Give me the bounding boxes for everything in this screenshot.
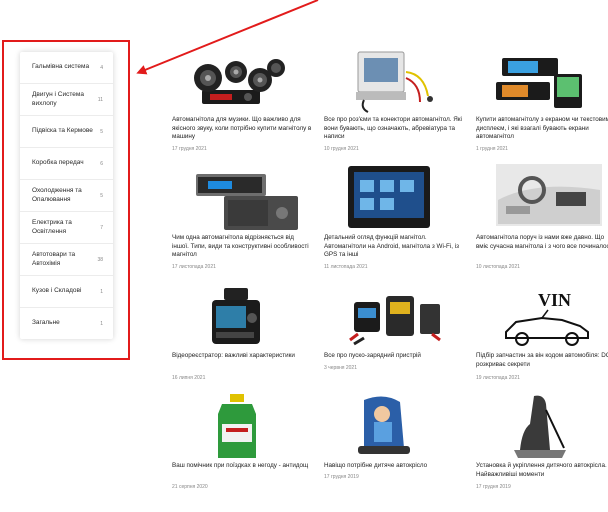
antirain-bottle-image[interactable]	[172, 390, 312, 464]
category-item[interactable]: Гальмівна система 4	[20, 52, 113, 84]
article-title[interactable]: Відеореєстратор: важливі характеристики	[172, 352, 312, 361]
article-card[interactable]: Все про роз'єми та конектори автомагніто…	[324, 44, 464, 154]
article-date: 21 серпня 2020	[172, 484, 208, 490]
article-date: 10 листопада 2021	[476, 264, 520, 270]
article-card[interactable]: VIN Підбір запчастин за він кодом автомо…	[476, 282, 608, 386]
article-date: 17 грудня 2019	[324, 474, 359, 480]
category-label: Загальне	[32, 319, 60, 327]
article-title[interactable]: Чим одна автомагнітола відрізняється від…	[172, 234, 312, 260]
article-title[interactable]: Все про роз'єми та конектори автомагніто…	[324, 116, 464, 142]
article-card[interactable]: Чим одна автомагнітола відрізняється від…	[172, 160, 312, 276]
category-count: 5	[100, 128, 103, 135]
category-label: Гальмівна система	[32, 63, 90, 71]
category-count: 1	[100, 320, 103, 327]
article-title[interactable]: Ваш помічник при поїздках в негоду - ант…	[172, 462, 312, 471]
article-card[interactable]: Ваш помічник при поїздках в негоду - ант…	[172, 390, 312, 496]
article-title[interactable]: Установка й укріплення дитячого автокріс…	[476, 462, 608, 479]
category-label: Коробка передач	[32, 159, 84, 167]
article-card[interactable]: Детальний огляд функцій магнітол. Автома…	[324, 160, 464, 276]
article-date: 19 листопада 2021	[476, 375, 520, 381]
article-title[interactable]: Детальний огляд функцій магнітол. Автома…	[324, 234, 464, 260]
category-item[interactable]: Двигун і Система вихлопу 11	[20, 84, 113, 116]
seat-install-image[interactable]	[476, 390, 608, 464]
category-item[interactable]: Охолодження та Опалювання 5	[20, 180, 113, 212]
category-item[interactable]: Підвіска та Кермове 5	[20, 116, 113, 148]
category-count: 11	[97, 96, 103, 103]
category-count: 38	[97, 256, 103, 263]
article-title[interactable]: Купити автомагнітолу з екраном чи тексто…	[476, 116, 608, 142]
dashcam-image[interactable]	[172, 282, 312, 356]
article-card[interactable]: Автомагнітола поруч із нами вже давно. Щ…	[476, 160, 608, 276]
category-item[interactable]: Кузов і Складові 1	[20, 276, 113, 308]
category-count: 5	[100, 192, 103, 199]
category-label: Двигун і Система вихлопу	[32, 91, 84, 107]
article-date: 10 грудня 2021	[324, 146, 359, 152]
category-label: Кузов і Складові	[32, 287, 82, 295]
category-count: 4	[100, 64, 103, 71]
article-date: 16 липня 2021	[172, 375, 206, 381]
category-sidebar: Гальмівна система 4 Двигун і Система вих…	[20, 52, 113, 339]
article-card[interactable]: Купити автомагнітолу з екраном чи тексто…	[476, 44, 608, 154]
article-title[interactable]: Автомагнітола поруч із нами вже давно. Щ…	[476, 234, 608, 251]
article-date: 17 грудня 2019	[476, 484, 511, 490]
article-card[interactable]: Відеореєстратор: важливі характеристики …	[172, 282, 312, 386]
article-card[interactable]: Установка й укріплення дитячого автокріс…	[476, 390, 608, 496]
article-title[interactable]: Підбір запчастин за він кодом автомобіля…	[476, 352, 608, 369]
article-title[interactable]: Все про пуско-зарядний пристрій	[324, 352, 464, 361]
category-count: 7	[100, 224, 103, 231]
article-title[interactable]: Навіщо потрібне дитяче автокрісло	[324, 462, 464, 471]
article-title[interactable]: Автомагнітола для музики. Що важливо для…	[172, 116, 312, 142]
category-label: Автотовари та Автохімія	[32, 251, 76, 267]
article-card[interactable]: Автомагнітола для музики. Що важливо для…	[172, 44, 312, 154]
category-label: Підвіска та Кермове	[32, 127, 93, 135]
vin-logo-text: VIN	[538, 290, 571, 310]
category-count: 1	[100, 288, 103, 295]
stereo-connectors-image[interactable]	[324, 44, 464, 118]
category-count: 6	[100, 160, 103, 167]
android-stereo-image[interactable]	[324, 160, 464, 234]
article-date: 1 грудня 2021	[476, 146, 508, 152]
jump-starter-image[interactable]	[324, 282, 464, 356]
vin-car-image[interactable]: VIN	[476, 282, 608, 356]
category-item[interactable]: Загальне 1	[20, 308, 113, 339]
stereo-types-image[interactable]	[172, 160, 312, 234]
category-item[interactable]: Автотовари та Автохімія 38	[20, 244, 113, 276]
article-date: 17 грудня 2021	[172, 146, 207, 152]
article-date: 3 червня 2021	[324, 365, 357, 371]
category-item[interactable]: Електрика та Освітлення 7	[20, 212, 113, 244]
car-dashboard-image[interactable]	[476, 160, 608, 234]
child-seat-image[interactable]	[324, 390, 464, 464]
article-card[interactable]: Навіщо потрібне дитяче автокрісло 17 гру…	[324, 390, 464, 496]
car-stereo-speakers-image[interactable]	[172, 44, 312, 118]
category-item[interactable]: Коробка передач 6	[20, 148, 113, 180]
category-label: Охолодження та Опалювання	[32, 187, 82, 203]
stereo-screens-image[interactable]	[476, 44, 608, 118]
article-date: 17 листопада 2021	[172, 264, 216, 270]
article-card[interactable]: Все про пуско-зарядний пристрій 3 червня…	[324, 282, 464, 386]
article-date: 11 листопада 2021	[324, 264, 368, 270]
category-label: Електрика та Освітлення	[32, 219, 72, 235]
